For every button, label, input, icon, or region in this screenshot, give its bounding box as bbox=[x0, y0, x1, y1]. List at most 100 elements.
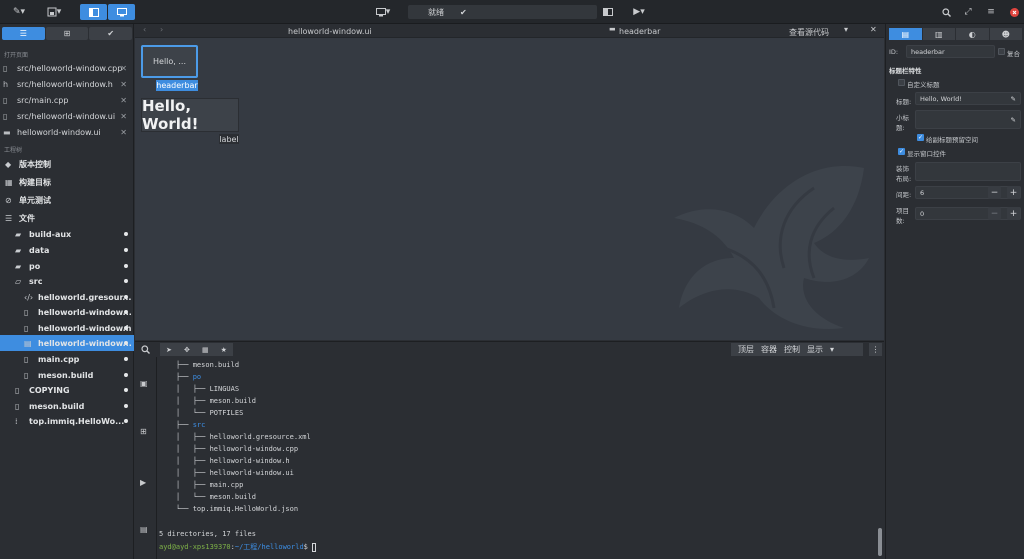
tree-item-file[interactable]: ▯ main.cpp bbox=[0, 351, 134, 367]
build-log-icon[interactable]: ⊞ bbox=[140, 427, 147, 436]
chevron-down-icon[interactable]: ▾ bbox=[844, 25, 848, 34]
tree-item-file[interactable]: ▯ COPYING bbox=[0, 382, 134, 398]
label-widget[interactable]: Hello, World! bbox=[141, 97, 239, 133]
designer-canvas[interactable]: Hello, ... headerbar Hello, World! label bbox=[135, 38, 884, 340]
open-file-item[interactable]: ▯ src/main.cpp ✕ bbox=[0, 92, 134, 108]
messages-icon[interactable]: ▤ bbox=[140, 525, 148, 534]
increment-button[interactable]: + bbox=[1007, 186, 1020, 199]
decrement-button[interactable]: − bbox=[988, 186, 1001, 199]
open-file-item[interactable]: ▬ helloworld-window.ui ✕ bbox=[0, 124, 134, 140]
tree-item-file[interactable]: ▯ meson.build bbox=[0, 398, 134, 414]
open-file-item[interactable]: h src/helloworld-window.h ✕ bbox=[0, 76, 134, 92]
decrement-button[interactable]: − bbox=[988, 207, 1001, 220]
close-icon[interactable]: ✕ bbox=[120, 80, 127, 89]
increment-button[interactable]: + bbox=[1007, 207, 1020, 220]
tab-project-tree[interactable]: ☰ bbox=[2, 27, 45, 40]
search-icon[interactable] bbox=[135, 342, 155, 357]
open-file-item[interactable]: ▯ src/helloworld-window.ui ✕ bbox=[0, 108, 134, 124]
back-icon[interactable]: ‹ bbox=[143, 25, 146, 34]
sidebar-item-version-control[interactable]: ◆ 版本控制 bbox=[0, 156, 134, 172]
folder-icon: ▰ bbox=[15, 261, 22, 271]
close-window-button[interactable] bbox=[1008, 4, 1020, 20]
terminal-scrollbar[interactable] bbox=[878, 528, 882, 556]
pencil-icon[interactable]: ✎▾ bbox=[10, 4, 28, 20]
build-icon[interactable] bbox=[602, 4, 614, 20]
toggle-left-panel-button[interactable] bbox=[80, 4, 107, 20]
headerbar-widget[interactable]: Hello, ... bbox=[141, 45, 198, 78]
title-label: 标题: bbox=[896, 98, 912, 106]
id-field[interactable]: headerbar bbox=[906, 45, 995, 58]
items-field[interactable]: 0 bbox=[915, 207, 1021, 220]
view-source-button[interactable]: 查看源代码 bbox=[789, 27, 829, 38]
star-icon[interactable]: ★ bbox=[221, 346, 227, 354]
show-close-label: 显示窗口控件 bbox=[907, 150, 946, 158]
terminal-prompt[interactable]: ayd@ayd-xps139370:~/工程/helloworld$ bbox=[159, 542, 317, 554]
toggle-bottom-panel-button[interactable] bbox=[108, 4, 135, 20]
tree-item-file[interactable]: ⁞ top.immiq.HelloWo... bbox=[0, 413, 134, 429]
close-icon[interactable]: ✕ bbox=[120, 128, 127, 137]
fullscreen-icon[interactable]: ⤢ bbox=[962, 4, 974, 20]
close-icon bbox=[1009, 7, 1019, 17]
sidebar-item-files[interactable]: ☰ 文件 bbox=[0, 210, 134, 226]
custom-title-checkbox[interactable] bbox=[898, 79, 905, 86]
tree-item-folder[interactable]: ▱ src bbox=[0, 273, 134, 289]
pointer-icon[interactable]: ➤ bbox=[166, 346, 172, 354]
tree-item-file[interactable]: ‹/› helloworld.gresour... bbox=[0, 289, 134, 305]
tab-toplevel[interactable]: 顶层 bbox=[738, 344, 754, 355]
build-status[interactable]: 就绪 ✔ bbox=[408, 5, 597, 19]
status-dot bbox=[124, 310, 128, 314]
menu-icon[interactable]: ≡ bbox=[985, 4, 997, 20]
open-file-item[interactable]: ▯ src/helloworld-window.cpp ✕ bbox=[0, 60, 134, 76]
close-icon[interactable]: ✕ bbox=[870, 25, 877, 34]
tab-symbols[interactable]: ⊞ bbox=[45, 27, 89, 40]
code-icon: ‹/› bbox=[24, 292, 34, 302]
tab-todo[interactable]: ✔ bbox=[89, 27, 133, 40]
tab-accessibility[interactable]: ☻ bbox=[989, 28, 1022, 40]
pencil-icon[interactable]: ✎ bbox=[1011, 116, 1016, 124]
tree-item-folder[interactable]: ▰ data bbox=[0, 242, 134, 258]
tab-controls[interactable]: 控制 bbox=[784, 344, 800, 355]
has-subtitle-checkbox[interactable]: ✓ bbox=[917, 134, 924, 141]
tree-item-folder[interactable]: ▰ build-aux bbox=[0, 226, 134, 242]
tree-item-file-selected[interactable]: ▤ helloworld-window... bbox=[0, 335, 134, 351]
terminal-icon[interactable]: ▣ bbox=[140, 379, 148, 388]
sidebar-item-unit-tests[interactable]: ⊘ 单元测试 bbox=[0, 192, 134, 208]
title-field[interactable]: Hello, World! ✎ bbox=[915, 92, 1021, 105]
spacing-field[interactable]: 6 bbox=[915, 186, 1021, 199]
spacing-label: 间距: bbox=[896, 191, 912, 199]
tree-item-folder[interactable]: ▰ po bbox=[0, 258, 134, 274]
run-icon[interactable]: ▶ bbox=[140, 478, 146, 487]
close-icon[interactable]: ✕ bbox=[120, 96, 127, 105]
tab-common[interactable]: ◐ bbox=[956, 28, 989, 40]
composite-checkbox[interactable] bbox=[998, 48, 1005, 55]
new-document-menu[interactable]: ▾ bbox=[42, 4, 66, 20]
device-menu[interactable]: ▾ bbox=[370, 4, 396, 20]
tree-item-file[interactable]: ▯ helloworld-window.h bbox=[0, 320, 134, 336]
sidebar-icon bbox=[88, 7, 99, 17]
tab-containers[interactable]: 容器 bbox=[761, 344, 777, 355]
close-icon[interactable]: ✕ bbox=[120, 64, 127, 73]
decoration-layout-field[interactable] bbox=[915, 162, 1021, 181]
move-icon[interactable]: ✥ bbox=[184, 346, 190, 354]
pencil-icon[interactable]: ✎ bbox=[1011, 95, 1016, 103]
id-label: ID: bbox=[889, 48, 899, 56]
sidebar-item-build-targets[interactable]: ▦ 构建目标 bbox=[0, 174, 134, 190]
show-close-checkbox[interactable]: ✓ bbox=[898, 148, 905, 155]
widget-path[interactable]: headerbar bbox=[619, 27, 660, 36]
tree-item-file[interactable]: ▯ meson.build bbox=[0, 367, 134, 383]
forward-icon[interactable]: › bbox=[160, 25, 163, 34]
grid-icon[interactable]: ▦ bbox=[202, 346, 209, 354]
chevron-down-icon[interactable]: ▾ bbox=[830, 345, 834, 354]
search-icon[interactable] bbox=[940, 4, 952, 20]
tab-display[interactable]: 显示 bbox=[807, 344, 823, 355]
subtitle-field[interactable]: ✎ bbox=[915, 110, 1021, 129]
status-dot bbox=[124, 264, 128, 268]
tab-general[interactable]: ▤ bbox=[889, 28, 922, 40]
close-icon[interactable]: ✕ bbox=[120, 112, 127, 121]
tree-item-file[interactable]: ▯ helloworld-window... bbox=[0, 304, 134, 320]
tab-packing[interactable]: ▥ bbox=[922, 28, 955, 40]
check-icon: ✔ bbox=[460, 7, 467, 17]
terminal[interactable]: ├── meson.build ├── po │ ├── LINGUAS │ ├… bbox=[157, 357, 884, 559]
run-menu[interactable]: ▶ ▾ bbox=[628, 4, 650, 20]
more-icon[interactable]: ⋮ bbox=[869, 343, 882, 356]
